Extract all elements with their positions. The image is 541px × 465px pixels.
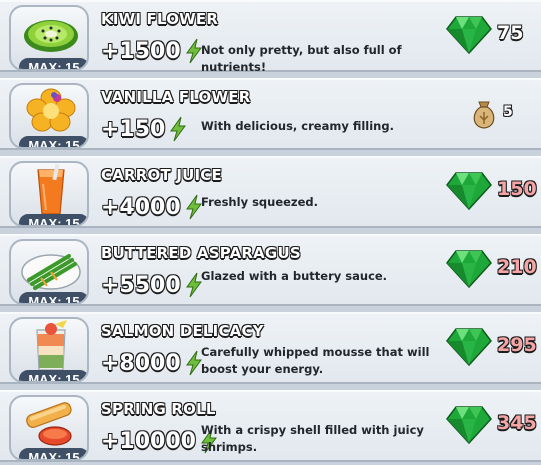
sack-icon [473, 101, 495, 129]
max-quantity-badge: MAX: 15 [19, 58, 87, 69]
max-quantity-badge: MAX: 15 [19, 136, 87, 147]
item-name: BUTTERED ASPARAGUS [101, 244, 301, 262]
shop-item-salmon-delicacy[interactable]: MAX: 15 SALMON DELICACY +8000 Carefully … [0, 312, 541, 384]
energy-amount: +8000 [101, 350, 181, 376]
price-label: 150 [497, 178, 537, 200]
shop-item-carrot-juice[interactable]: MAX: 15 CARROT JUICE +4000 Freshly squee… [0, 156, 541, 228]
item-icon-frame: MAX: 15 [9, 239, 89, 305]
lightning-bolt-icon [170, 116, 187, 142]
item-name: SALMON DELICACY [101, 322, 264, 340]
max-quantity-badge: MAX: 15 [19, 292, 87, 303]
shop-item-buttered-asparagus[interactable]: MAX: 15 BUTTERED ASPARAGUS +5500 Glazed … [0, 234, 541, 306]
max-quantity-badge: MAX: 15 [19, 370, 87, 381]
gem-icon [446, 250, 492, 289]
lightning-bolt-icon [185, 350, 202, 376]
item-icon-frame: MAX: 15 [9, 395, 89, 461]
energy-value: +1500 [101, 36, 203, 66]
lightning-bolt-icon [185, 194, 202, 220]
energy-amount: +5500 [101, 272, 181, 298]
item-description: With delicious, creamy filling. [201, 119, 394, 133]
vanilla-flower-icon [26, 88, 76, 132]
item-name: CARROT JUICE [101, 166, 222, 184]
price-label: 345 [497, 412, 537, 434]
price-label: 210 [497, 256, 537, 278]
energy-value: +150 [101, 114, 187, 144]
shop-item-vanilla-flower[interactable]: MAX: 15 VANILLA FLOWER +150 With delicio… [0, 78, 541, 150]
item-description: With a crispy shell filled with juicy sh… [201, 423, 424, 454]
carrot-juice-icon [37, 164, 65, 215]
item-name: KIWI FLOWER [101, 10, 219, 28]
item-icon-frame: MAX: 15 [9, 317, 89, 383]
lightning-bolt-icon [185, 272, 202, 298]
energy-amount: +1500 [101, 38, 181, 64]
gem-icon [446, 172, 492, 211]
energy-amount: +150 [101, 116, 166, 142]
salmon-delicacy-icon [36, 320, 67, 371]
item-description: Carefully whipped mousse that will boost… [201, 345, 430, 376]
lightning-bolt-icon [185, 38, 202, 64]
price-label: 295 [497, 334, 537, 356]
max-quantity-badge: MAX: 15 [19, 214, 87, 225]
energy-value: +8000 [101, 348, 203, 378]
spring-roll-icon [26, 402, 72, 446]
energy-amount: +10000 [101, 428, 196, 454]
item-icon-frame: MAX: 15 [9, 161, 89, 227]
shop-item-list: MAX: 15 KIWI FLOWER +1500 Not only prett… [0, 0, 541, 465]
energy-value: +4000 [101, 192, 203, 222]
energy-amount: +4000 [101, 194, 181, 220]
item-description: Freshly squeezed. [201, 195, 319, 209]
item-icon-frame: MAX: 15 [9, 5, 89, 71]
gem-icon [446, 16, 492, 55]
kiwi-flower-icon [24, 20, 78, 52]
asparagus-icon [21, 254, 81, 290]
shop-item-kiwi-flower[interactable]: MAX: 15 KIWI FLOWER +1500 Not only prett… [0, 0, 541, 74]
item-name: VANILLA FLOWER [101, 88, 251, 106]
price-label: 75 [497, 22, 524, 44]
shop-item-spring-roll[interactable]: MAX: 15 SPRING ROLL +10000 With a crispy… [0, 390, 541, 462]
price-label: 5 [503, 104, 513, 120]
item-description: Glazed with a buttery sauce. [201, 269, 388, 283]
max-quantity-badge: MAX: 15 [19, 448, 87, 459]
item-icon-frame: MAX: 15 [9, 83, 89, 149]
gem-icon [446, 328, 492, 367]
gem-icon [446, 406, 492, 445]
item-name: SPRING ROLL [101, 400, 216, 418]
item-description: Not only pretty, but also full of nutrie… [201, 43, 402, 74]
energy-value: +5500 [101, 270, 203, 300]
